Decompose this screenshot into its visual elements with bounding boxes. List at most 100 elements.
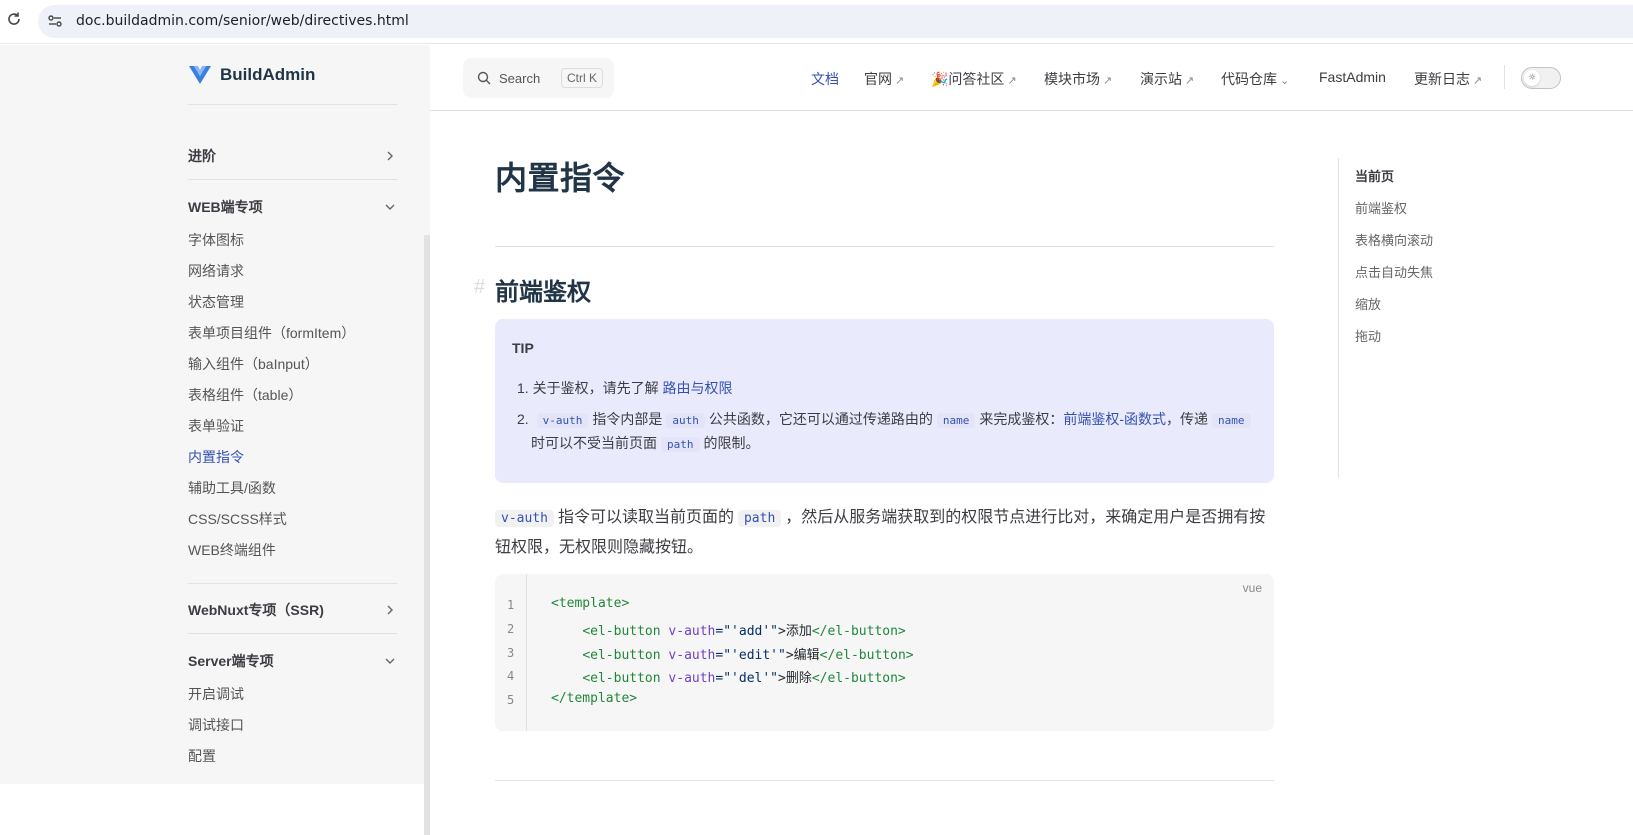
theme-toggle[interactable]: ☼	[1521, 67, 1561, 89]
buildadmin-logo-icon	[189, 66, 211, 84]
toc-item[interactable]: 前端鉴权	[1355, 198, 1407, 217]
line-number-gutter: 1 2 3 4 5	[495, 574, 527, 731]
tip-link-routes[interactable]: 路由与权限	[662, 380, 732, 396]
inline-code: v-auth	[495, 510, 554, 527]
tip-number: 2.	[517, 411, 529, 427]
nav-fastadmin[interactable]: FastAdmin	[1319, 69, 1386, 85]
inline-code: name	[936, 413, 976, 428]
search-shortcut: Ctrl K	[561, 68, 603, 88]
sidebar-item-config[interactable]: 配置	[188, 746, 216, 766]
chevron-down-icon	[385, 204, 395, 210]
sidebar-divider	[188, 104, 397, 105]
sidebar-item-network[interactable]: 网络请求	[188, 261, 244, 281]
tip-text: 时可以不受当前页面	[531, 435, 657, 451]
code-line: <el-button v-auth="'edit'">编辑</el-button…	[551, 644, 914, 663]
sidebar-item-css[interactable]: CSS/SCSS样式	[188, 509, 287, 529]
sidebar-divider	[188, 583, 397, 584]
sidebar-item-formitem[interactable]: 表单项目组件（formItem）	[188, 323, 355, 343]
code-string: ="'edit'"	[715, 648, 786, 663]
tip-text: ，传递	[1166, 411, 1208, 427]
sidebar-group-label: WEB端专项	[188, 199, 263, 215]
address-bar[interactable]: doc.buildadmin.com/senior/web/directives…	[38, 5, 1633, 38]
section-divider	[495, 780, 1274, 781]
sidebar-item-state[interactable]: 状态管理	[188, 292, 244, 312]
sidebar-item-validation[interactable]: 表单验证	[188, 416, 244, 436]
code-tag: <el-button	[582, 624, 661, 639]
sidebar-item-bainput[interactable]: 输入组件（baInput）	[188, 354, 319, 374]
external-link-icon: ↗	[1103, 75, 1113, 87]
code-string: ="'del'"	[715, 671, 779, 686]
sidebar-item-debug-api[interactable]: 调试接口	[188, 715, 244, 735]
toc-item[interactable]: 点击自动失焦	[1355, 262, 1433, 281]
reload-icon[interactable]	[4, 11, 24, 31]
code-tag: <el-button	[582, 671, 661, 686]
nav-community[interactable]: 🎉问答社区 ↗	[931, 69, 1017, 89]
nav-market[interactable]: 模块市场 ↗	[1044, 69, 1112, 89]
section-heading: 前端鉴权	[495, 279, 591, 306]
code-tag: <el-button	[582, 648, 661, 663]
code-block: vue 1 2 3 4 5 <template> <el-button v-au…	[495, 574, 1274, 731]
toc-item[interactable]: 拖动	[1355, 326, 1381, 345]
paragraph-text: ，然后从服务端获取到的权限节点进行比对，来确定用户是否拥有按	[785, 509, 1266, 526]
code-tag: </el-button>	[819, 648, 914, 663]
site-logo[interactable]: BuildAdmin	[188, 65, 315, 85]
nav-label: 模块市场	[1044, 71, 1100, 87]
toc-item[interactable]: 缩放	[1355, 294, 1381, 313]
sidebar-divider	[188, 179, 397, 180]
nav-demo[interactable]: 演示站 ↗	[1140, 69, 1194, 89]
nav-divider	[1504, 65, 1505, 89]
sidebar-item-helpers[interactable]: 辅助工具/函数	[188, 478, 276, 498]
inline-code: v-auth	[536, 413, 589, 428]
code-attr: v-auth	[660, 671, 716, 686]
code-line: </template>	[551, 691, 637, 706]
sidebar-item-terminal[interactable]: WEB终端组件	[188, 540, 276, 560]
sidebar: BuildAdmin 进阶 WEB端专项 字体图标 网络请求 状态管理 表单项目…	[0, 45, 430, 835]
tip-text: 的限制。	[703, 435, 760, 451]
tip-item-2: 2. v-auth 指令内部是 auth 公共函数，它还可以通过传递路由的 name 来完…	[517, 409, 1255, 429]
sidebar-item-table[interactable]: 表格组件（table）	[188, 385, 302, 405]
search-label: Search	[499, 70, 541, 86]
paragraph-line-2: 钮权限，无权限则隐藏按钮。	[495, 539, 704, 556]
sun-icon: ☼	[1524, 70, 1540, 86]
nav-official[interactable]: 官网 ↗	[864, 69, 904, 89]
tip-title: TIP	[512, 340, 534, 356]
tip-item-1: 1. 关于鉴权，请先了解 路由与权限	[517, 378, 732, 398]
line-number: 2	[507, 622, 515, 636]
line-number: 5	[507, 693, 515, 707]
line-number: 1	[507, 598, 515, 612]
heading-anchor[interactable]: #	[474, 276, 485, 299]
tip-link-auth-function[interactable]: 前端鉴权-函数式	[1063, 411, 1166, 427]
toc-title: 当前页	[1355, 169, 1395, 184]
sidebar-group-advanced[interactable]: 进阶	[188, 144, 397, 168]
chevron-right-icon	[387, 151, 393, 161]
external-link-icon: ↗	[895, 75, 905, 87]
sidebar-group-label: Server端专项	[188, 653, 274, 669]
nav-repo[interactable]: 代码仓库 ⌄	[1221, 69, 1289, 89]
search-icon	[477, 71, 491, 85]
sidebar-item-debug[interactable]: 开启调试	[188, 684, 244, 704]
nav-label: 🎉问答社区	[931, 71, 1005, 87]
code-string: ="'add'"	[715, 624, 779, 639]
nav-label: 代码仓库	[1221, 71, 1277, 87]
nav-docs[interactable]: 文档	[811, 69, 839, 89]
sidebar-item-font-icon[interactable]: 字体图标	[188, 230, 244, 250]
code-line: <template>	[551, 596, 629, 611]
nav-label: 演示站	[1140, 71, 1182, 87]
sidebar-item-directives[interactable]: 内置指令	[188, 447, 244, 467]
sidebar-scrollbar[interactable]	[424, 235, 430, 835]
url-text[interactable]: doc.buildadmin.com/senior/web/directives…	[76, 13, 409, 29]
nav-label: 更新日志	[1414, 71, 1470, 87]
search-button[interactable]: Search Ctrl K	[463, 58, 614, 98]
code-line: <el-button v-auth="'del'">删除</el-button>	[551, 667, 905, 686]
toc-item[interactable]: 表格横向滚动	[1355, 230, 1433, 249]
tip-text: 公共函数，它还可以通过传递路由的	[708, 411, 933, 427]
nav-changelog[interactable]: 更新日志 ↗	[1414, 69, 1482, 89]
paragraph-text: 指令可以读取当前页面的	[557, 509, 734, 526]
inline-code: auth	[666, 413, 705, 428]
sidebar-group-web[interactable]: WEB端专项	[188, 195, 397, 219]
chevron-down-icon: ⌄	[1280, 75, 1290, 87]
external-link-icon: ↗	[1185, 75, 1195, 87]
sidebar-group-webnuxt[interactable]: WebNuxt专项（SSR)	[188, 598, 397, 622]
site-info-icon[interactable]	[47, 13, 63, 29]
sidebar-group-server[interactable]: Server端专项	[188, 649, 397, 673]
